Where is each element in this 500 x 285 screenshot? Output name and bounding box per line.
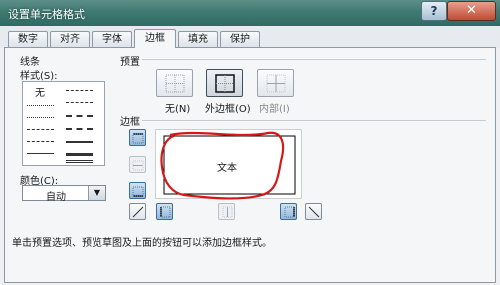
tab-number[interactable]: 数字 — [8, 31, 48, 47]
line-style-medium-dash-dot[interactable] — [66, 115, 93, 117]
line-style-thick[interactable] — [66, 153, 93, 156]
chevron-down-icon[interactable]: ▼ — [88, 186, 105, 200]
line-style-list[interactable]: 无 — [22, 81, 105, 166]
border-divider — [142, 120, 486, 121]
tab-border[interactable]: 边框 — [134, 29, 176, 48]
preset-none-button[interactable] — [156, 69, 193, 97]
border-top-button[interactable] — [129, 129, 146, 146]
line-style-double[interactable] — [66, 160, 93, 163]
tab-fill[interactable]: 填充 — [178, 31, 218, 47]
red-annotation-scribble — [160, 131, 285, 200]
preset-outline-label: 外边框(O) — [205, 104, 251, 115]
preset-outline-icon — [215, 74, 235, 93]
line-style-slanted-dash-dot[interactable] — [66, 102, 93, 103]
preset-inside-button[interactable] — [257, 69, 294, 97]
border-inside-horizontal-button[interactable] — [129, 156, 146, 173]
border-diagonal-up-button[interactable] — [129, 203, 146, 220]
line-style-label: 样式(S): — [20, 71, 58, 82]
hint-text: 单击预置选项、预览草图及上面的按钮可以添加边框样式。 — [12, 238, 272, 249]
preset-inside-icon — [266, 74, 286, 93]
close-button[interactable]: ✕ — [447, 1, 496, 21]
border-bottom-button[interactable] — [129, 182, 146, 199]
tab-font[interactable]: 字体 — [92, 31, 132, 47]
line-style-dotted[interactable] — [27, 117, 54, 118]
title-bar: 设置单元格格式 ? ✕ — [0, 0, 500, 26]
tab-alignment[interactable]: 对齐 — [50, 31, 90, 47]
preset-none-label: 无(N) — [165, 104, 191, 115]
line-style-medium[interactable] — [66, 141, 93, 143]
border-top-icon — [132, 133, 144, 144]
line-style-medium-dash-dot-dot[interactable] — [66, 90, 93, 91]
preset-none-icon — [165, 74, 185, 93]
presets-divider — [142, 59, 486, 60]
border-section-label: 边框 — [120, 117, 140, 128]
tab-protection[interactable]: 保护 — [220, 31, 260, 47]
border-diagonal-down-button[interactable] — [305, 203, 322, 220]
color-dropdown[interactable]: 自动 ▼ — [22, 185, 106, 203]
line-style-dash-dot[interactable] — [27, 141, 54, 142]
diagonal-up-icon — [132, 206, 144, 218]
line-style-hairline[interactable] — [27, 105, 54, 106]
help-button[interactable]: ? — [421, 1, 447, 21]
preset-outline-button[interactable] — [206, 69, 243, 97]
diagonal-down-icon — [308, 206, 320, 218]
border-inside-horizontal-icon — [132, 160, 144, 171]
border-bottom-icon — [132, 186, 144, 197]
line-style-thin[interactable] — [27, 153, 54, 154]
line-style-dash-dot-dot[interactable] — [27, 129, 54, 130]
preset-inside-label: 内部(I) — [259, 104, 290, 115]
line-section-label: 线条 — [20, 57, 40, 68]
color-dropdown-value: 自动 — [46, 192, 66, 203]
line-style-none[interactable]: 无 — [35, 84, 45, 99]
line-style-medium-dashed[interactable] — [66, 128, 93, 130]
window-title: 设置单元格格式 — [8, 8, 85, 21]
presets-section-label: 预置 — [120, 57, 140, 68]
